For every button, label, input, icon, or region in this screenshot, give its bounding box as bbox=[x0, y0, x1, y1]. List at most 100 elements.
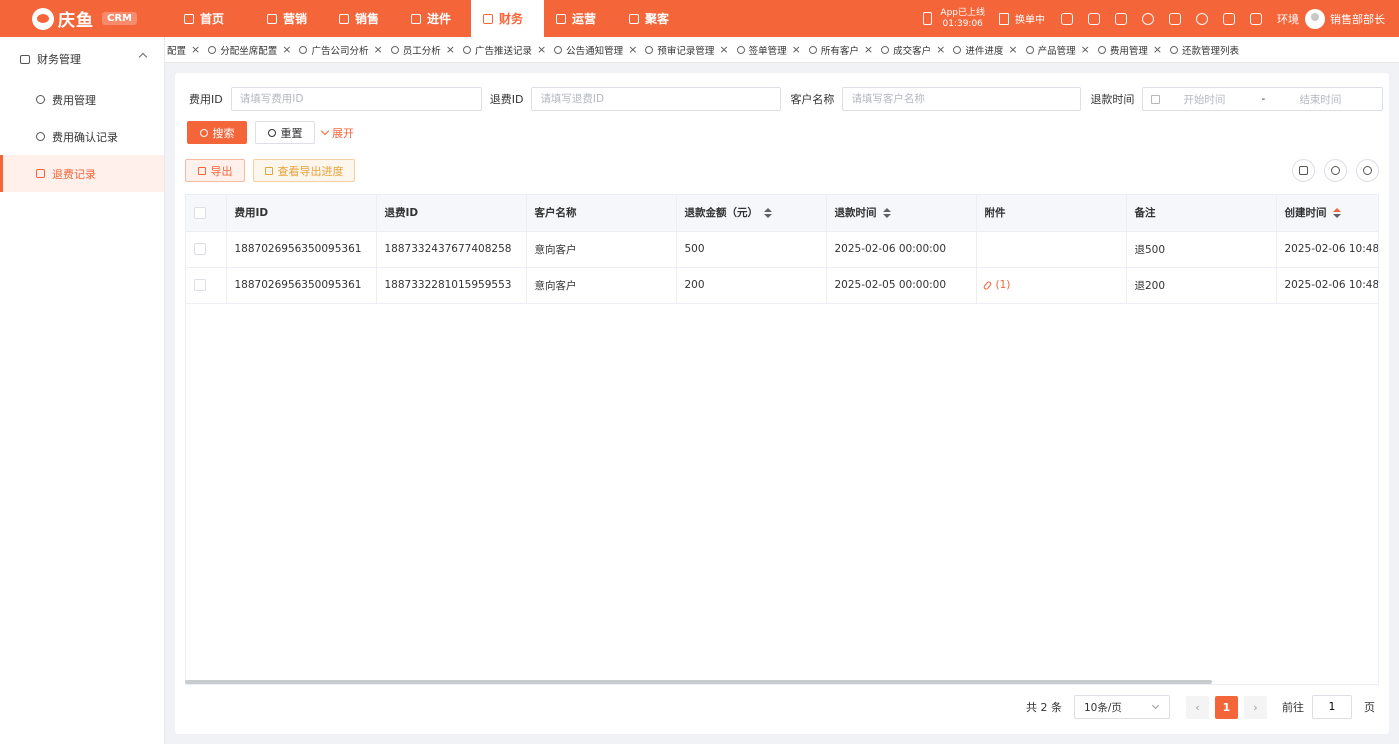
close-icon[interactable]: × bbox=[446, 43, 455, 56]
horizontal-scrollbar[interactable] bbox=[185, 680, 1212, 684]
sidebar-group-finance[interactable]: 财务管理 bbox=[0, 37, 164, 81]
tab-icon bbox=[1025, 45, 1034, 54]
close-icon[interactable]: × bbox=[191, 43, 200, 56]
nav-operations[interactable]: 运营 bbox=[544, 0, 617, 37]
tab-application-progress[interactable]: 进件进度 × bbox=[951, 37, 1023, 62]
finance-icon bbox=[483, 13, 493, 24]
refund-icon bbox=[36, 169, 45, 178]
export-actions: 导出 查看导出进度 bbox=[185, 159, 355, 182]
expand-toggle[interactable]: 展开 bbox=[320, 125, 354, 141]
table-row[interactable]: 1887026956350095361 1887332437677408258 … bbox=[186, 231, 1378, 268]
sort-icon[interactable] bbox=[1332, 208, 1341, 219]
refresh-button[interactable] bbox=[1356, 159, 1379, 182]
tab-all-customers[interactable]: 所有客户 × bbox=[807, 37, 879, 62]
environment-label[interactable]: 环境 bbox=[1277, 11, 1299, 27]
cell-attachment[interactable]: (1) bbox=[976, 267, 1127, 304]
reset-button[interactable]: 重置 bbox=[255, 121, 315, 144]
close-icon[interactable]: × bbox=[936, 43, 945, 56]
nav-label: 运营 bbox=[572, 12, 597, 26]
export-button[interactable]: 导出 bbox=[185, 159, 245, 182]
nav-home[interactable]: 首页 bbox=[172, 0, 255, 37]
tab-product-management[interactable]: 产品管理 × bbox=[1024, 37, 1096, 62]
column-settings-button[interactable] bbox=[1292, 159, 1315, 182]
user-name[interactable]: 销售部部长 bbox=[1330, 11, 1385, 27]
refund-id-input[interactable] bbox=[531, 87, 782, 111]
close-icon[interactable]: × bbox=[537, 43, 546, 56]
tab-config[interactable]: 配置 × bbox=[165, 37, 206, 62]
shirt-icon[interactable] bbox=[1115, 12, 1127, 25]
page-size-select[interactable]: 10条/页 bbox=[1074, 695, 1170, 719]
col-created-time[interactable]: 创建时间 bbox=[1276, 195, 1378, 232]
tab-label: 配置 bbox=[167, 45, 187, 57]
nav-sales[interactable]: 销售 bbox=[327, 0, 399, 37]
bell-icon[interactable] bbox=[1142, 12, 1154, 25]
tab-ad-push-records[interactable]: 广告推送记录 × bbox=[461, 37, 552, 62]
toggle-search-button[interactable] bbox=[1324, 159, 1347, 182]
nav-customers[interactable]: 聚客 bbox=[617, 0, 690, 37]
row-checkbox[interactable] bbox=[194, 279, 206, 291]
close-icon[interactable]: × bbox=[282, 43, 291, 56]
sidebar-item-fee-confirm-records[interactable]: 费用确认记录 bbox=[0, 118, 164, 155]
col-refund-time[interactable]: 退款时间 bbox=[826, 195, 977, 232]
tab-label: 公告通知管理 bbox=[566, 45, 624, 57]
briefcase-icon[interactable] bbox=[1223, 12, 1235, 25]
sort-icon[interactable] bbox=[882, 208, 891, 219]
tab-ad-company-analysis[interactable]: 广告公司分析 × bbox=[297, 37, 388, 62]
tab-fee-management[interactable]: 费用管理 × bbox=[1096, 37, 1168, 62]
tab-repayment-list[interactable]: 还款管理列表 bbox=[1168, 37, 1245, 62]
range-separator: - bbox=[1261, 93, 1266, 105]
close-icon[interactable]: × bbox=[1081, 43, 1090, 56]
tab-closed-customers[interactable]: 成交客户 × bbox=[879, 37, 951, 62]
grid-icon bbox=[1299, 166, 1308, 175]
close-icon[interactable]: × bbox=[1008, 43, 1017, 56]
avatar[interactable] bbox=[1305, 8, 1325, 29]
lock-icon[interactable] bbox=[1061, 12, 1073, 25]
sidebar-item-refund-records[interactable]: 退费记录 bbox=[0, 155, 164, 192]
close-icon[interactable]: × bbox=[373, 43, 382, 56]
nav-marketing[interactable]: 营销 bbox=[255, 0, 327, 37]
tab-contract-management[interactable]: 签单管理 × bbox=[735, 37, 807, 62]
end-time[interactable]: 结束时间 bbox=[1299, 92, 1341, 107]
page-number[interactable]: 1 bbox=[1215, 695, 1238, 719]
tab-staff-analysis[interactable]: 员工分析 × bbox=[389, 37, 461, 62]
document-icon bbox=[264, 166, 273, 175]
list-icon[interactable] bbox=[1088, 12, 1100, 25]
close-icon[interactable]: × bbox=[628, 43, 637, 56]
goto-page-input[interactable] bbox=[1312, 695, 1352, 719]
upload-icon bbox=[197, 166, 206, 175]
close-icon[interactable]: × bbox=[792, 43, 801, 56]
close-icon[interactable]: × bbox=[719, 43, 728, 56]
tab-pre-review[interactable]: 预审记录管理 × bbox=[643, 37, 734, 62]
row-checkbox[interactable] bbox=[194, 243, 206, 255]
doc-status[interactable]: 换单中 bbox=[999, 11, 1045, 26]
col-refund-id: 退费ID bbox=[376, 195, 527, 232]
start-time[interactable]: 开始时间 bbox=[1183, 92, 1225, 107]
sidebar-item-fee-management[interactable]: 费用管理 bbox=[0, 81, 164, 118]
table-row[interactable]: 1887026956350095361 1887332281015959553 … bbox=[186, 267, 1378, 304]
nav-finance[interactable]: 财务 bbox=[471, 0, 544, 37]
logo[interactable]: 庆鱼 CRM bbox=[0, 0, 165, 37]
attachment-link[interactable]: (1) bbox=[996, 279, 1011, 291]
tab-seat-allocation[interactable]: 分配坐席配置 × bbox=[206, 37, 297, 62]
tab-label: 进件进度 bbox=[965, 45, 1004, 57]
refund-time-range[interactable]: 开始时间 - 结束时间 bbox=[1142, 87, 1384, 111]
search-icon bbox=[1331, 166, 1340, 175]
app-notice[interactable]: App已上线 01:39:06 bbox=[923, 8, 985, 30]
sort-icon[interactable] bbox=[764, 208, 772, 219]
fullscreen-icon[interactable] bbox=[1169, 12, 1181, 25]
search-button[interactable]: 搜索 bbox=[187, 121, 247, 144]
select-all-checkbox[interactable] bbox=[194, 206, 206, 219]
nav-application[interactable]: 进件 bbox=[399, 0, 471, 37]
next-page-button[interactable]: › bbox=[1244, 695, 1267, 719]
close-icon[interactable]: × bbox=[1153, 43, 1162, 56]
send-icon[interactable] bbox=[1250, 12, 1262, 25]
fee-id-input[interactable] bbox=[230, 87, 482, 111]
refund-table: 费用ID 退费ID 客户名称 退款金额（元） 退款时间 附件 备注 创建时间 1… bbox=[185, 194, 1379, 685]
close-icon[interactable]: × bbox=[864, 43, 873, 56]
export-progress-button[interactable]: 查看导出进度 bbox=[253, 159, 355, 182]
customer-name-input[interactable] bbox=[842, 87, 1082, 111]
prev-page-button[interactable]: ‹ bbox=[1186, 695, 1209, 719]
col-refund-amount[interactable]: 退款金额（元） bbox=[676, 195, 827, 232]
search-icon[interactable] bbox=[1196, 12, 1208, 25]
tab-notice-management[interactable]: 公告通知管理 × bbox=[552, 37, 643, 62]
